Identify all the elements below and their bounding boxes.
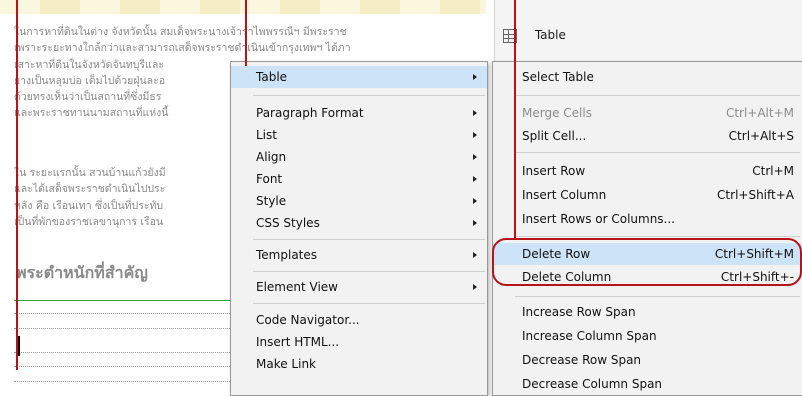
submenu-arrow-icon	[473, 198, 477, 204]
submenu-arrow-icon	[473, 154, 477, 160]
submenu-arrow-icon	[473, 284, 477, 290]
menu-item-label: Insert Row	[522, 164, 586, 178]
menu-item-font[interactable]: Font	[231, 168, 487, 190]
text-cursor	[18, 336, 20, 356]
menu-item-split-cell[interactable]: Split Cell... Ctrl+Alt+S	[493, 125, 802, 147]
shortcut-label: Ctrl+Shift+A	[717, 188, 794, 202]
menu-item-label: Insert Rows or Columns...	[522, 212, 675, 226]
annotation-pointer-line	[514, 0, 516, 240]
text-line: เพราะระยะทางใกล้กว่าและสามารถเสด็จพระราช…	[14, 42, 351, 55]
submenu-arrow-icon	[473, 252, 477, 258]
menu-item-code-navigator[interactable]: Code Navigator...	[231, 309, 487, 331]
menu-item-align[interactable]: Align	[231, 146, 487, 168]
menu-item-label: Table	[256, 70, 288, 84]
menu-item-increase-column-span[interactable]: Increase Column Span	[493, 325, 802, 347]
menu-item-select-table[interactable]: Select Table	[493, 66, 802, 88]
section-heading: พระตำหนักที่สำคัญ	[16, 263, 148, 282]
page-background-strip	[0, 0, 486, 14]
menu-item-label: Split Cell...	[522, 129, 587, 143]
menu-item-label: Make Link	[256, 357, 316, 371]
menu-item-label: Increase Column Span	[522, 329, 657, 343]
menu-item-label: Increase Row Span	[522, 305, 636, 319]
menu-item-label: Style	[256, 194, 287, 208]
menu-item-label: Decrease Column Span	[522, 377, 663, 391]
submenu-arrow-icon	[473, 220, 477, 226]
menu-item-label: List	[256, 128, 277, 142]
menu-item-insert-html[interactable]: Insert HTML...	[231, 331, 487, 353]
table-submenu: Select Table Merge Cells Ctrl+Alt+M Spli…	[492, 61, 802, 396]
side-panel-item-table[interactable]: Table	[503, 24, 566, 46]
side-panel-item-label: Table	[534, 28, 566, 42]
menu-item-style[interactable]: Style	[231, 190, 487, 212]
menu-item-templates[interactable]: Templates	[231, 244, 487, 266]
menu-separator	[515, 296, 800, 297]
menu-item-insert-row[interactable]: Insert Row Ctrl+M	[493, 160, 802, 182]
menu-item-paragraph-format[interactable]: Paragraph Format	[231, 102, 487, 124]
menu-item-label: CSS Styles	[256, 216, 320, 230]
submenu-arrow-icon	[473, 110, 477, 116]
menu-item-label: Element View	[256, 280, 338, 294]
context-menu: Table Paragraph Format List Align Font S…	[230, 61, 488, 396]
menu-item-label: Merge Cells	[522, 106, 592, 120]
menu-item-decrease-row-span[interactable]: Decrease Row Span	[493, 349, 802, 371]
menu-item-label: Templates	[256, 248, 318, 262]
menu-item-merge-cells[interactable]: Merge Cells Ctrl+Alt+M	[493, 102, 802, 124]
menu-item-label: Paragraph Format	[256, 106, 364, 120]
text-line: ในการหาที่ดินในต่าง จังหวัดนั้น สมเด็จพร…	[14, 26, 347, 38]
menu-item-label: Code Navigator...	[256, 313, 360, 327]
submenu-arrow-icon	[473, 74, 477, 80]
menu-item-label: Select Table	[522, 70, 594, 84]
menu-item-increase-row-span[interactable]: Increase Row Span	[493, 301, 802, 323]
menu-separator	[253, 271, 485, 272]
menu-item-label: Insert Column	[522, 188, 607, 202]
menu-item-label: Insert HTML...	[256, 335, 340, 349]
shortcut-label: Ctrl+M	[752, 164, 794, 178]
menu-item-list[interactable]: List	[231, 124, 487, 146]
menu-item-label: Font	[256, 172, 283, 186]
menu-separator	[253, 303, 485, 304]
annotation-pointer-line	[16, 0, 18, 370]
submenu-arrow-icon	[473, 176, 477, 182]
annotation-highlight-oval	[492, 238, 802, 286]
menu-separator	[515, 95, 800, 96]
annotation-pointer-line	[245, 0, 247, 66]
menu-separator	[515, 152, 800, 153]
menu-separator	[253, 95, 485, 96]
menu-item-label: Decrease Row Span	[522, 353, 642, 367]
shortcut-label: Ctrl+Alt+S	[728, 129, 794, 143]
shortcut-label: Ctrl+Alt+M	[725, 106, 794, 120]
menu-item-make-link[interactable]: Make Link	[231, 353, 487, 375]
menu-item-insert-column[interactable]: Insert Column Ctrl+Shift+A	[493, 184, 802, 206]
menu-item-table[interactable]: Table	[231, 66, 487, 88]
menu-item-css-styles[interactable]: CSS Styles	[231, 212, 487, 234]
submenu-arrow-icon	[473, 132, 477, 138]
menu-item-element-view[interactable]: Element View	[231, 276, 487, 298]
menu-item-decrease-column-span[interactable]: Decrease Column Span	[493, 373, 802, 395]
menu-separator	[253, 239, 485, 240]
menu-item-insert-rows-or-columns[interactable]: Insert Rows or Columns...	[493, 208, 802, 230]
menu-separator	[515, 236, 800, 237]
menu-item-label: Align	[256, 150, 287, 164]
